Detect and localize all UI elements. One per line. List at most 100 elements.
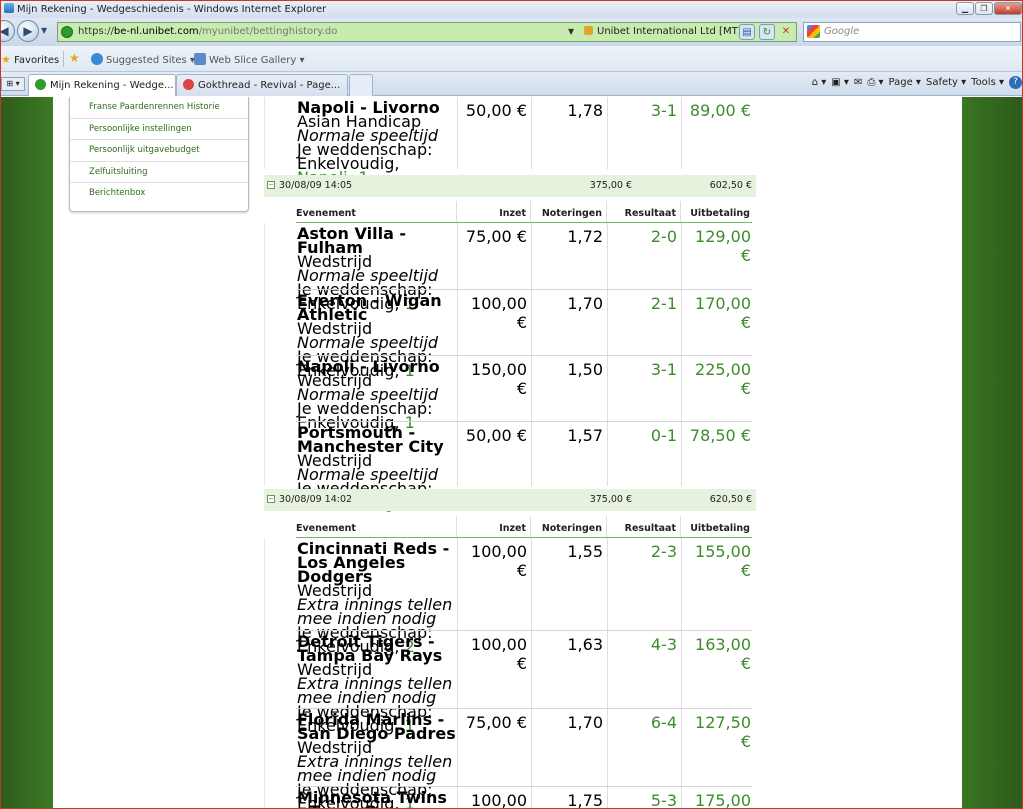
- search-input[interactable]: Google: [803, 22, 1021, 42]
- quick-tabs-icon[interactable]: ⊞ ▾: [1, 77, 25, 91]
- bet-row: Detroit Tigers - Tampa Bay Rays Wedstrij…: [264, 631, 756, 734]
- bet-row: Portsmouth - Manchester City Wedstrijd N…: [264, 422, 756, 511]
- side-menu-item[interactable]: Berichtenbox: [70, 183, 248, 205]
- payout: 225,00 €: [681, 356, 755, 421]
- command-bar: ⌂ ▾ ▣ ▾ ✉ ⎙ ▾ Page ▾ Safety ▾ Tools ▾ ?: [812, 76, 1022, 89]
- search-placeholder: Google: [824, 26, 860, 37]
- tab-bar: ⊞ ▾ Mijn Rekening - Wedge...✕ Gokthread …: [1, 72, 1022, 96]
- bet-group-header[interactable]: − 30/08/09 14:02 375,00 € 620,50 €: [264, 489, 756, 511]
- result: 3-1: [607, 356, 681, 421]
- left-background: [1, 97, 53, 808]
- payout: 129,00 €: [681, 223, 755, 289]
- favorites-button[interactable]: ★ Favorites: [1, 53, 59, 66]
- recent-pages-icon[interactable]: ▼: [41, 26, 47, 35]
- address-bar[interactable]: https://be-nl.unibet.com/myunibet/bettin…: [57, 22, 797, 42]
- group-datetime: 30/08/09 14:05: [279, 180, 353, 191]
- favorites-bar: ★ Favorites ★ Suggested Sites ▾ Web Slic…: [1, 46, 1022, 72]
- stake: 50,00 €: [457, 97, 531, 169]
- ie-icon: [91, 53, 103, 65]
- back-icon[interactable]: ◀: [1, 20, 15, 42]
- collapse-icon[interactable]: −: [267, 495, 275, 503]
- close-icon[interactable]: ✕: [994, 2, 1022, 15]
- secure-icon: [61, 26, 73, 38]
- side-menu-item[interactable]: Franse Paardenrennen Historie: [70, 97, 248, 119]
- payout: 127,50 €: [681, 709, 755, 786]
- column-result: Resultaat: [606, 201, 680, 223]
- read-mail-icon[interactable]: ✉: [854, 77, 862, 88]
- address-dropdown-icon[interactable]: ▼: [568, 23, 574, 41]
- page-icon: [194, 53, 206, 65]
- refresh-icon[interactable]: ↻: [759, 24, 775, 40]
- result: 2-0: [607, 223, 681, 289]
- payout: 78,50 €: [681, 422, 755, 486]
- url-path: /myunibet/bettinghistory.do: [198, 26, 338, 37]
- payout: 163,00 €: [681, 631, 755, 708]
- minimize-icon[interactable]: ▁: [956, 2, 974, 15]
- stake: 100,00 €: [457, 787, 531, 808]
- feeds-icon[interactable]: ▣ ▾: [831, 77, 849, 88]
- odds: 1,50: [531, 356, 607, 421]
- tab-gokthread[interactable]: Gokthread - Revival - Page...: [176, 74, 348, 96]
- group-payout: 620,50 €: [709, 494, 752, 505]
- bet-row: Florida Marlins - San Diego Padres Wedst…: [264, 709, 756, 808]
- odds: 1,70: [531, 709, 607, 786]
- print-icon[interactable]: ⎙ ▾: [867, 77, 883, 88]
- result: 3-1: [607, 97, 681, 169]
- group-payout: 602,50 €: [709, 180, 752, 191]
- bet-row: Napoli - Livorno Asian Handicap Normale …: [264, 97, 756, 186]
- odds: 1,57: [531, 422, 607, 486]
- column-event: Evenement: [296, 523, 356, 534]
- ie-icon: [4, 3, 14, 13]
- add-favorite-icon[interactable]: ★: [69, 51, 80, 65]
- bet-history-table: Napoli - Livorno Asian Handicap Normale …: [264, 97, 756, 808]
- account-side-menu: Franse Paardenrennen Historie Persoonlij…: [69, 97, 249, 212]
- result: 5-3: [607, 787, 681, 808]
- result: 0-1: [607, 422, 681, 486]
- side-menu-item[interactable]: Persoonlijk uitgavebudget: [70, 140, 248, 162]
- side-menu-item[interactable]: Persoonlijke instellingen: [70, 119, 248, 141]
- favorites-star-icon: ★: [1, 53, 11, 66]
- stake: 50,00 €: [457, 422, 531, 486]
- browser-window: Mijn Rekening - Wedgeschiedenis - Window…: [0, 0, 1023, 809]
- certificate-label[interactable]: Unibet International Ltd [MT]: [584, 23, 742, 41]
- stop-icon[interactable]: ✕: [778, 24, 794, 40]
- bet-row: Aston Villa - Fulham Wedstrijd Normale s…: [264, 223, 756, 312]
- column-odds: Noteringen: [530, 516, 606, 538]
- column-payout: Uitbetaling: [680, 201, 754, 223]
- tools-menu[interactable]: Tools ▾: [971, 77, 1004, 88]
- title-bar: Mijn Rekening - Wedgeschiedenis - Window…: [1, 1, 1022, 18]
- collapse-icon[interactable]: −: [267, 181, 275, 189]
- odds: 1,78: [531, 97, 607, 169]
- column-payout: Uitbetaling: [680, 516, 754, 538]
- result: 4-3: [607, 631, 681, 708]
- divider: [63, 51, 64, 67]
- safety-menu[interactable]: Safety ▾: [926, 77, 966, 88]
- odds: 1,75: [531, 787, 607, 808]
- payout: 89,00 €: [681, 97, 755, 169]
- forward-icon[interactable]: ▶: [17, 20, 39, 42]
- new-tab-button[interactable]: [349, 74, 373, 96]
- group-datetime: 30/08/09 14:02: [279, 494, 353, 505]
- group-stake: 375,00 €: [589, 180, 632, 191]
- stake: 100,00 €: [457, 538, 531, 630]
- payout: 175,00 €: [681, 787, 755, 808]
- address-row: ◀ ▶ ▼ https://be-nl.unibet.com/myunibet/…: [1, 18, 1022, 46]
- right-background: [962, 97, 1022, 808]
- bet-row: Everton - Wigan Athletic Wedstrijd Norma…: [264, 290, 756, 379]
- group-stake: 375,00 €: [589, 494, 632, 505]
- bet-group-header[interactable]: − 30/08/09 14:05 375,00 € 602,50 €: [264, 175, 756, 197]
- window-controls: ▁ ❐ ✕: [956, 2, 1022, 15]
- home-icon[interactable]: ⌂ ▾: [812, 77, 827, 88]
- compatibility-view-icon[interactable]: ▤: [739, 24, 755, 40]
- stake: 75,00 €: [457, 223, 531, 289]
- tab-mijn-rekening[interactable]: Mijn Rekening - Wedge...✕: [28, 74, 176, 96]
- restore-icon[interactable]: ❐: [975, 2, 993, 15]
- google-icon: [807, 25, 820, 38]
- page-menu[interactable]: Page ▾: [889, 77, 921, 88]
- suggested-sites-link[interactable]: Suggested Sites ▾: [91, 53, 195, 66]
- column-odds: Noteringen: [530, 201, 606, 223]
- side-menu-item[interactable]: Zelfuitsluiting: [70, 162, 248, 184]
- help-icon[interactable]: ?: [1009, 76, 1022, 89]
- web-slice-gallery-link[interactable]: Web Slice Gallery ▾: [194, 53, 305, 66]
- payout: 155,00 €: [681, 538, 755, 630]
